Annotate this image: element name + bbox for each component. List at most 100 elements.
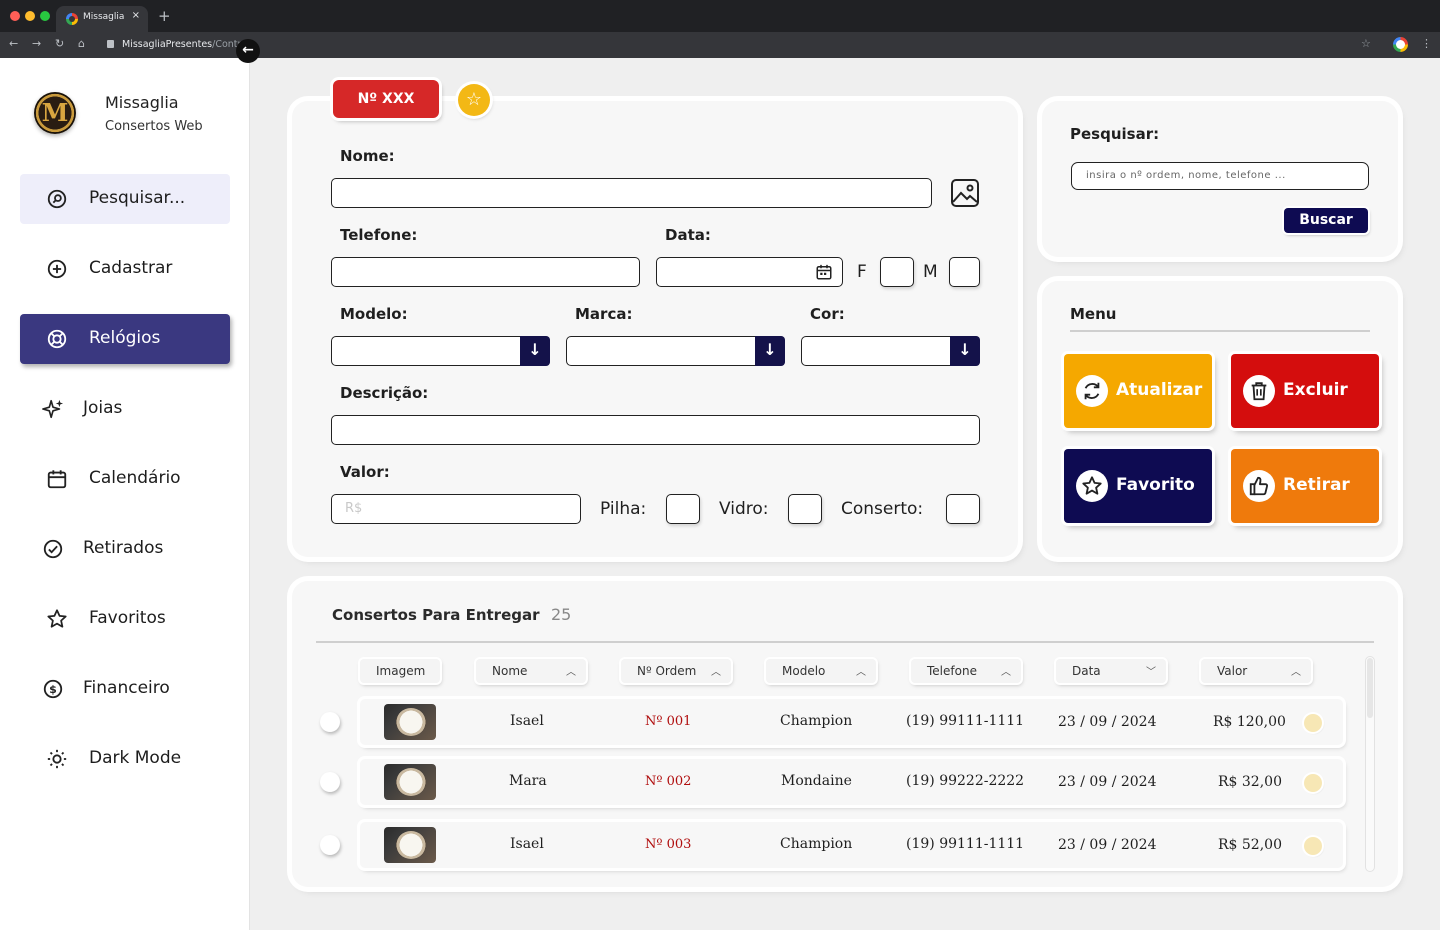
marca-dropdown-arrow-icon[interactable]: ↓ — [755, 336, 785, 366]
favorite-order-star-icon[interactable]: ☆ — [458, 84, 490, 116]
column-header-imagem[interactable]: Imagem — [360, 659, 440, 683]
conserto-checkbox[interactable] — [946, 494, 980, 524]
table-scrollbar-thumb[interactable] — [1367, 658, 1373, 718]
browser-tab[interactable]: Missaglia × — [56, 6, 148, 32]
browser-menu-icon[interactable]: ⋮ — [1421, 37, 1432, 50]
f-checkbox[interactable] — [880, 257, 914, 287]
sort-down-icon[interactable]: ﹀ — [1146, 663, 1156, 678]
sidebar-item-dark-mode[interactable]: Dark Mode — [20, 734, 230, 784]
telefone-input[interactable] — [331, 257, 640, 287]
cor-select[interactable]: ↓ — [801, 336, 980, 366]
vidro-checkbox[interactable] — [788, 494, 822, 524]
sidebar-item-relogios[interactable]: Relógios — [20, 314, 230, 364]
sidebar-item-cadastrar[interactable]: Cadastrar — [20, 244, 230, 294]
search-icon — [47, 189, 67, 209]
cell-ordem: Nº 003 — [645, 837, 692, 852]
vidro-label: Vidro: — [719, 499, 769, 519]
new-tab-button[interactable]: + — [158, 7, 171, 25]
cor-dropdown-arrow-icon[interactable]: ↓ — [950, 336, 980, 366]
sidebar-item-favoritos[interactable]: Favoritos — [20, 594, 230, 644]
column-header-label: Nº Ordem — [637, 664, 697, 678]
image-upload-icon[interactable] — [950, 178, 980, 208]
row-favorite-toggle[interactable] — [1304, 774, 1322, 792]
excluir-button[interactable]: Excluir — [1231, 354, 1379, 428]
sidebar-item-retirados[interactable]: Retirados — [20, 524, 230, 574]
cell-modelo: Mondaine — [781, 773, 852, 789]
search-input[interactable]: insira o nº ordem, nome, telefone ... — [1071, 162, 1369, 190]
table-row[interactable]: Isael Nº 003 Champion (19) 99111-1111 23… — [360, 822, 1343, 868]
table-scrollbar-track[interactable] — [1365, 656, 1375, 872]
sidebar-item-label: Joias — [83, 398, 123, 418]
column-header-ordem[interactable]: Nº Ordem ︿ — [621, 659, 731, 683]
cell-data: 23 / 09 / 2024 — [1058, 837, 1157, 853]
row-select-radio[interactable] — [320, 772, 340, 792]
modelo-label: Modelo: — [340, 305, 408, 323]
cor-label: Cor: — [810, 305, 845, 323]
nome-input[interactable] — [331, 178, 932, 208]
m-checkbox[interactable] — [949, 257, 980, 287]
column-header-label: Telefone — [927, 664, 977, 678]
sort-up-icon[interactable]: ︿ — [1291, 663, 1301, 678]
descricao-input[interactable] — [331, 415, 980, 445]
reload-icon[interactable]: ↻ — [55, 37, 64, 50]
home-icon[interactable]: ⌂ — [78, 37, 85, 50]
watch-icon — [47, 329, 67, 349]
table-row[interactable]: Isael Nº 001 Champion (19) 99111-1111 23… — [360, 699, 1343, 745]
back-arrow-icon[interactable]: ← — [9, 37, 18, 50]
buscar-button[interactable]: Buscar — [1284, 208, 1368, 233]
modelo-dropdown-arrow-icon[interactable]: ↓ — [520, 336, 550, 366]
sidebar-item-calendario[interactable]: Calendário — [20, 454, 230, 504]
cell-telefone: (19) 99111-1111 — [906, 713, 1025, 729]
column-header-nome[interactable]: Nome ︿ — [476, 659, 586, 683]
valor-placeholder: R$ — [345, 501, 363, 516]
column-header-label: Nome — [492, 664, 528, 678]
menu-title: Menu — [1070, 305, 1117, 323]
data-input[interactable] — [656, 257, 843, 287]
sidebar-item-pesquisar[interactable]: Pesquisar... — [20, 174, 230, 224]
close-window-button[interactable] — [10, 11, 20, 21]
atualizar-button[interactable]: Atualizar — [1064, 354, 1212, 428]
watch-thumbnail — [384, 764, 436, 800]
table-row[interactable]: Mara Nº 002 Mondaine (19) 99222-2222 23 … — [360, 759, 1343, 805]
favorito-button[interactable]: Favorito — [1064, 449, 1212, 523]
sort-up-icon[interactable]: ︿ — [566, 663, 576, 678]
cell-modelo: Champion — [780, 713, 853, 729]
star-icon — [1076, 470, 1108, 502]
brand-subtitle: Consertos Web — [105, 119, 203, 134]
modelo-select[interactable]: ↓ — [331, 336, 550, 366]
valor-input[interactable]: R$ — [331, 494, 581, 524]
forward-arrow-icon[interactable]: → — [32, 37, 41, 50]
cell-nome: Isael — [510, 836, 544, 852]
column-header-data[interactable]: Data ﹀ — [1056, 659, 1166, 683]
google-account-icon[interactable] — [1393, 37, 1408, 52]
pilha-checkbox[interactable] — [666, 494, 700, 524]
sidebar-item-label: Retirados — [83, 538, 164, 558]
sort-up-icon[interactable]: ︿ — [1001, 663, 1011, 678]
column-header-telefone[interactable]: Telefone ︿ — [911, 659, 1021, 683]
column-header-label: Valor — [1217, 664, 1248, 678]
brand-name: Missaglia — [105, 93, 179, 112]
retirar-label: Retirar — [1283, 475, 1350, 495]
calendar-picker-icon[interactable] — [815, 263, 833, 281]
row-favorite-toggle[interactable] — [1304, 837, 1322, 855]
bookmark-star-icon[interactable]: ☆ — [1361, 37, 1371, 50]
sort-up-icon[interactable]: ︿ — [856, 663, 866, 678]
sidebar-item-financeiro[interactable]: $ Financeiro — [20, 664, 230, 714]
column-header-modelo[interactable]: Modelo ︿ — [766, 659, 876, 683]
row-select-radio[interactable] — [320, 712, 340, 732]
row-favorite-toggle[interactable] — [1304, 714, 1322, 732]
maximize-window-button[interactable] — [40, 11, 50, 21]
cell-nome: Isael — [510, 713, 544, 729]
collapse-sidebar-button[interactable]: ← — [236, 39, 260, 63]
retirar-button[interactable]: Retirar — [1231, 449, 1379, 523]
tab-close-button[interactable]: × — [132, 10, 140, 21]
sidebar-item-joias[interactable]: Joias — [20, 384, 230, 434]
sort-up-icon[interactable]: ︿ — [711, 663, 721, 678]
trash-icon — [1243, 375, 1275, 407]
minimize-window-button[interactable] — [25, 11, 35, 21]
order-number-badge: Nº XXX — [333, 80, 439, 118]
column-header-valor[interactable]: Valor ︿ — [1201, 659, 1311, 683]
table-count: 25 — [551, 605, 572, 624]
row-select-radio[interactable] — [320, 835, 340, 855]
marca-select[interactable]: ↓ — [566, 336, 785, 366]
